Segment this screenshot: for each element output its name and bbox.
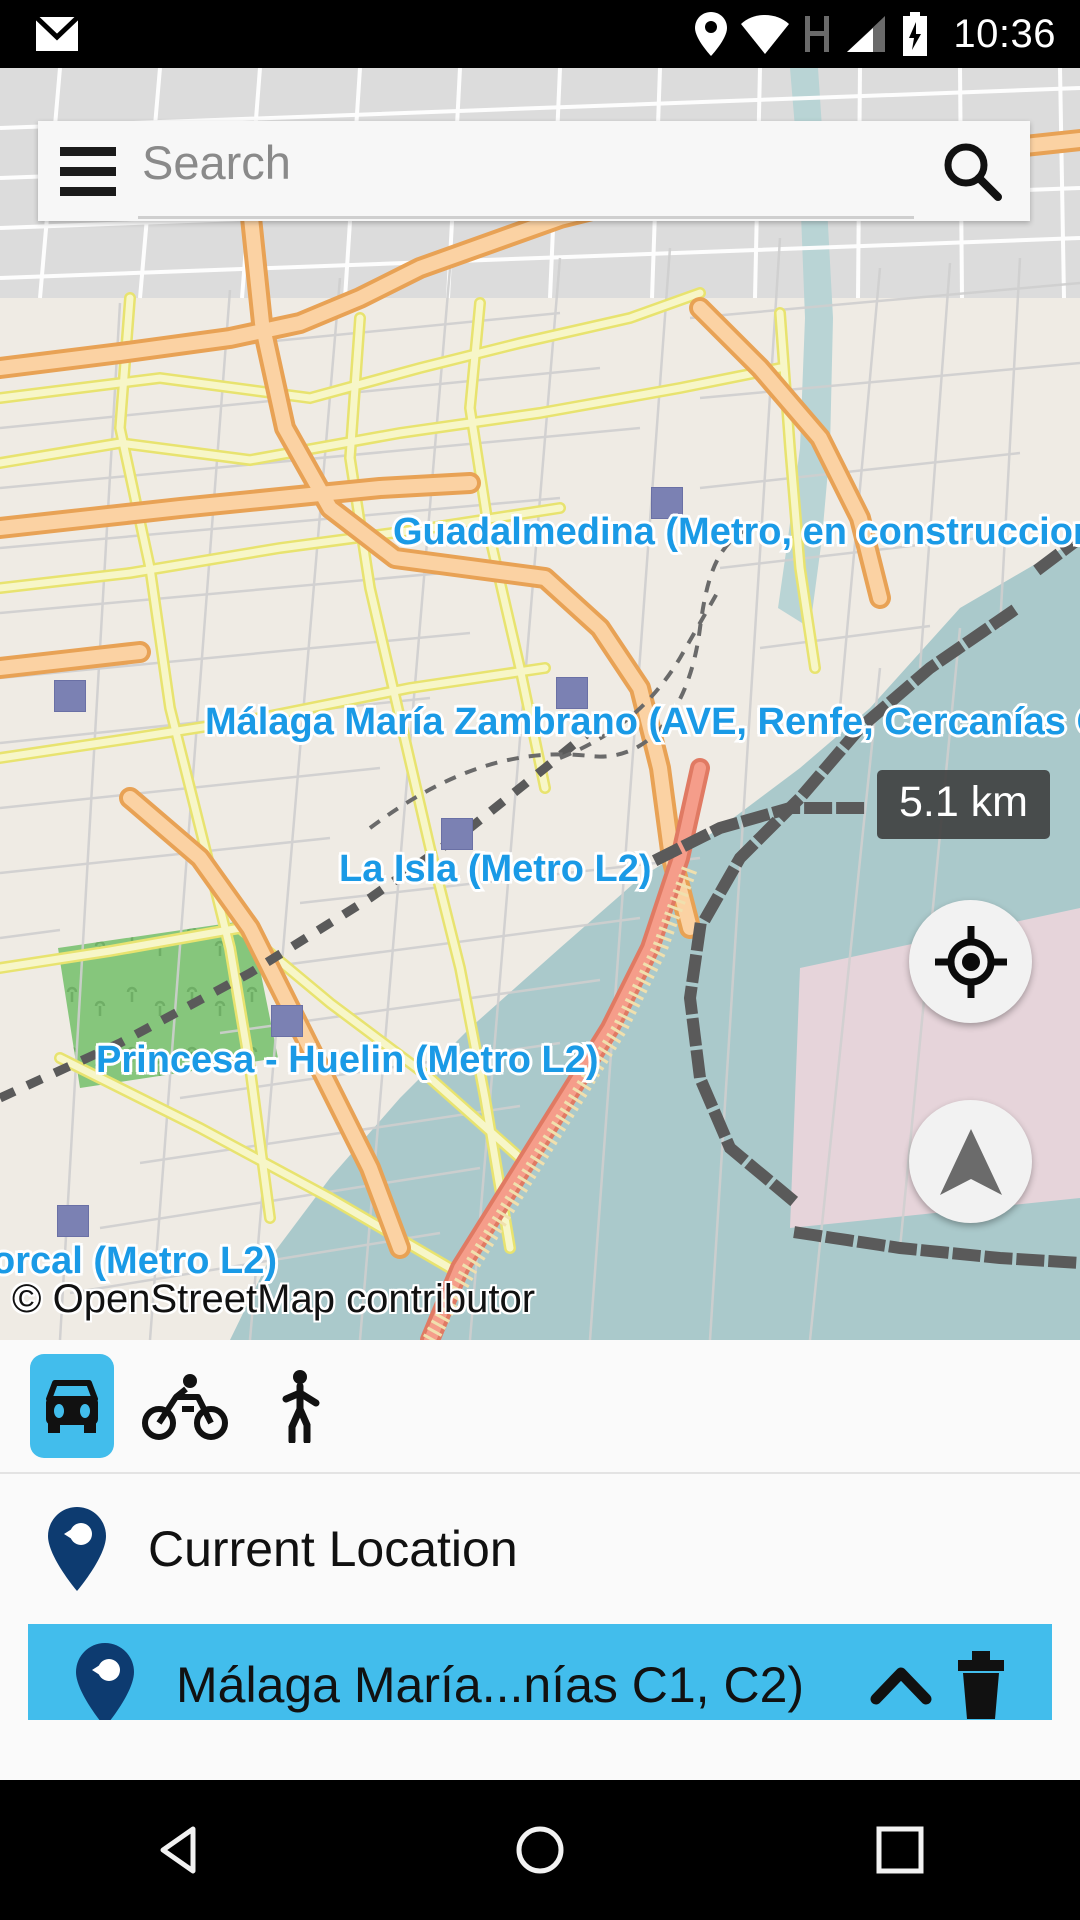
wifi-icon [741, 15, 790, 54]
map-attribution: © OpenStreetMap contributor [12, 1277, 536, 1321]
search-bar [38, 121, 1030, 221]
route-point-destination-label: Málaga María...nías C1, C2) [176, 1657, 805, 1713]
status-bar: 10:36 [0, 0, 1080, 68]
travel-mode-bicycle[interactable] [130, 1354, 240, 1458]
bicycle-icon [142, 1374, 228, 1440]
home-button[interactable] [450, 1780, 630, 1920]
status-bar-clock: 10:36 [953, 11, 1056, 56]
chevron-up-icon[interactable] [848, 1665, 954, 1705]
start-pin-icon [34, 1507, 120, 1591]
location-icon [695, 12, 728, 56]
delete-icon[interactable] [954, 1651, 1052, 1719]
menu-icon[interactable] [38, 121, 138, 221]
station-marker [54, 680, 86, 712]
station-marker [441, 818, 473, 850]
route-panel: Current Location Málaga María...nías C1,… [0, 1340, 1080, 1780]
panel-footer [0, 1720, 1080, 1780]
android-nav-bar [0, 1780, 1080, 1920]
app-root: 10:36 Guadalmedina (Metro, en construcci… [0, 0, 1080, 1920]
pedestrian-icon [282, 1370, 320, 1443]
search-icon[interactable] [914, 121, 1030, 221]
distance-badge: 5.1 km [876, 770, 1050, 839]
search-input[interactable] [138, 123, 914, 219]
travel-mode-pedestrian[interactable] [256, 1354, 340, 1458]
battery-charging-icon [903, 12, 928, 56]
map-label-guadalmedina: Guadalmedina (Metro, en construccion) [391, 509, 1080, 556]
map-label-maria-zambrano: Málaga María Zambrano (AVE, Renfe, Cerca… [202, 699, 1080, 746]
hspa-network-icon [805, 16, 830, 52]
map-label-princesa-huelin: Princesa - Huelin (Metro L2) [94, 1037, 602, 1084]
station-marker [271, 1005, 303, 1037]
signal-icon [847, 16, 886, 52]
orientation-button[interactable] [909, 1100, 1032, 1223]
recents-button[interactable] [810, 1780, 990, 1920]
travel-mode-car[interactable] [30, 1354, 114, 1458]
map-label-la-isla: La Isla (Metro L2) [337, 846, 654, 893]
station-marker [57, 1205, 89, 1237]
mail-icon [34, 15, 80, 51]
search-field [138, 121, 914, 221]
destination-pin-icon [62, 1643, 148, 1727]
route-point-start-label: Current Location [148, 1521, 518, 1577]
status-bar-left [0, 15, 80, 53]
travel-mode-selector [0, 1340, 1080, 1472]
car-icon [46, 1380, 98, 1433]
back-button[interactable] [90, 1780, 270, 1920]
my-location-button[interactable] [909, 900, 1032, 1023]
route-point-start[interactable]: Current Location [0, 1474, 1080, 1624]
status-bar-right: 10:36 [695, 12, 1080, 57]
